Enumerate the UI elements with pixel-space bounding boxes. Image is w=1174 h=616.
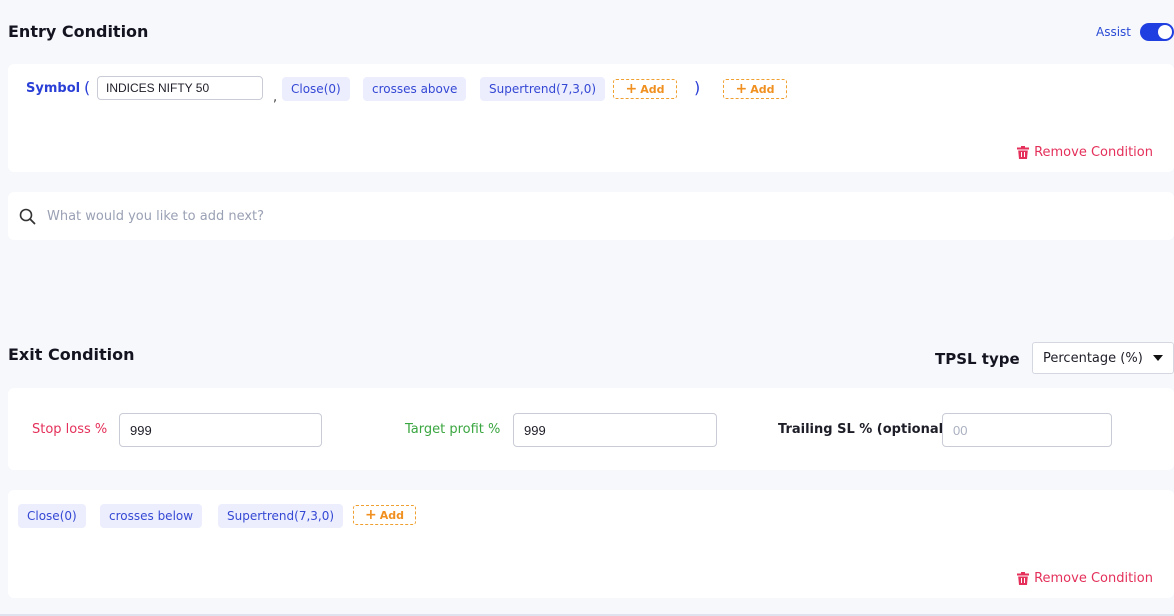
- plus-icon: +: [625, 81, 638, 97]
- tpsl-selected-value: Percentage (%): [1043, 350, 1143, 366]
- trailing-sl-label: Trailing SL % (optional): [778, 422, 950, 437]
- exit-remove-condition-button[interactable]: Remove Condition: [1017, 571, 1153, 586]
- plus-icon: +: [365, 507, 377, 523]
- exit-add-button[interactable]: + Add: [353, 505, 416, 525]
- tpsl-type-select[interactable]: Percentage (%): [1032, 342, 1174, 374]
- comma-separator: ,: [273, 90, 278, 105]
- exit-chip-crosses-below[interactable]: crosses below: [100, 504, 203, 528]
- remove-condition-label: Remove Condition: [1034, 571, 1153, 586]
- exit-chip-supertrend[interactable]: Supertrend(7,3,0): [218, 504, 344, 528]
- open-paren: (: [84, 78, 91, 97]
- caret-down-icon: [1153, 355, 1163, 361]
- add-label: Add: [379, 508, 404, 522]
- entry-chip-crosses-above[interactable]: crosses above: [363, 77, 467, 101]
- entry-condition-title: Entry Condition: [8, 22, 149, 41]
- assist-toggle[interactable]: [1140, 23, 1174, 41]
- trash-icon: [1017, 572, 1030, 585]
- target-profit-label: Target profit %: [405, 422, 501, 437]
- symbol-input[interactable]: [97, 76, 263, 100]
- plus-icon: +: [735, 81, 748, 97]
- toggle-knob: [1158, 25, 1172, 39]
- add-label: Add: [750, 82, 775, 96]
- assist-label: Assist: [1095, 25, 1131, 39]
- entry-add-outer-button[interactable]: + Add: [723, 79, 787, 99]
- trailing-sl-input[interactable]: [942, 413, 1112, 447]
- search-row[interactable]: What would you like to add next?: [19, 208, 264, 225]
- exit-chip-close[interactable]: Close(0): [18, 504, 86, 528]
- trash-icon: [1017, 146, 1030, 159]
- entry-chip-supertrend[interactable]: Supertrend(7,3,0): [480, 77, 606, 101]
- search-icon: [19, 208, 36, 225]
- symbol-label: Symbol: [26, 81, 81, 96]
- add-label: Add: [640, 82, 665, 96]
- remove-condition-label: Remove Condition: [1034, 145, 1153, 160]
- search-placeholder: What would you like to add next?: [47, 209, 265, 224]
- close-paren: ): [694, 78, 701, 97]
- stop-loss-label: Stop loss %: [32, 422, 108, 437]
- tpsl-type-label: TPSL type: [935, 350, 1020, 368]
- entry-chip-close[interactable]: Close(0): [282, 77, 350, 101]
- entry-add-inner-button[interactable]: + Add: [613, 79, 677, 99]
- entry-remove-condition-button[interactable]: Remove Condition: [1017, 145, 1153, 160]
- stop-loss-input[interactable]: [119, 413, 322, 447]
- assist-toggle-group[interactable]: Assist: [1096, 22, 1174, 42]
- exit-condition-title: Exit Condition: [8, 345, 135, 364]
- target-profit-input[interactable]: [513, 413, 717, 447]
